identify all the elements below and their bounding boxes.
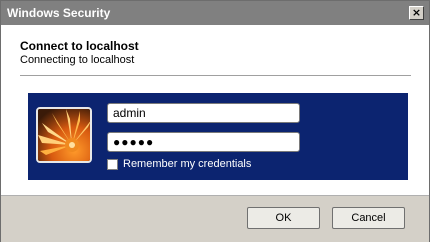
password-field[interactable]	[107, 132, 300, 152]
window-title: Windows Security	[7, 6, 111, 20]
title-bar[interactable]: Windows Security ×	[1, 1, 429, 25]
close-icon: ×	[411, 6, 422, 19]
ok-button[interactable]: OK	[247, 207, 320, 229]
cancel-button[interactable]: Cancel	[332, 207, 405, 229]
user-tile-flower-icon	[36, 107, 92, 163]
username-field[interactable]	[107, 103, 300, 123]
remember-credentials-checkbox[interactable]	[107, 158, 118, 170]
security-dialog: Windows Security × Connect to localhost …	[0, 0, 430, 242]
credential-panel: Remember my credentials	[28, 93, 408, 180]
remember-credentials-label[interactable]: Remember my credentials	[123, 158, 251, 170]
divider	[20, 75, 411, 76]
dialog-heading: Connect to localhost	[20, 39, 139, 53]
remember-credentials-option[interactable]: Remember my credentials	[107, 157, 251, 171]
dialog-content: Connect to localhost Connecting to local…	[1, 25, 429, 195]
dialog-subheading: Connecting to localhost	[20, 54, 135, 66]
button-bar: OK Cancel	[1, 195, 429, 242]
close-button[interactable]: ×	[409, 6, 424, 20]
